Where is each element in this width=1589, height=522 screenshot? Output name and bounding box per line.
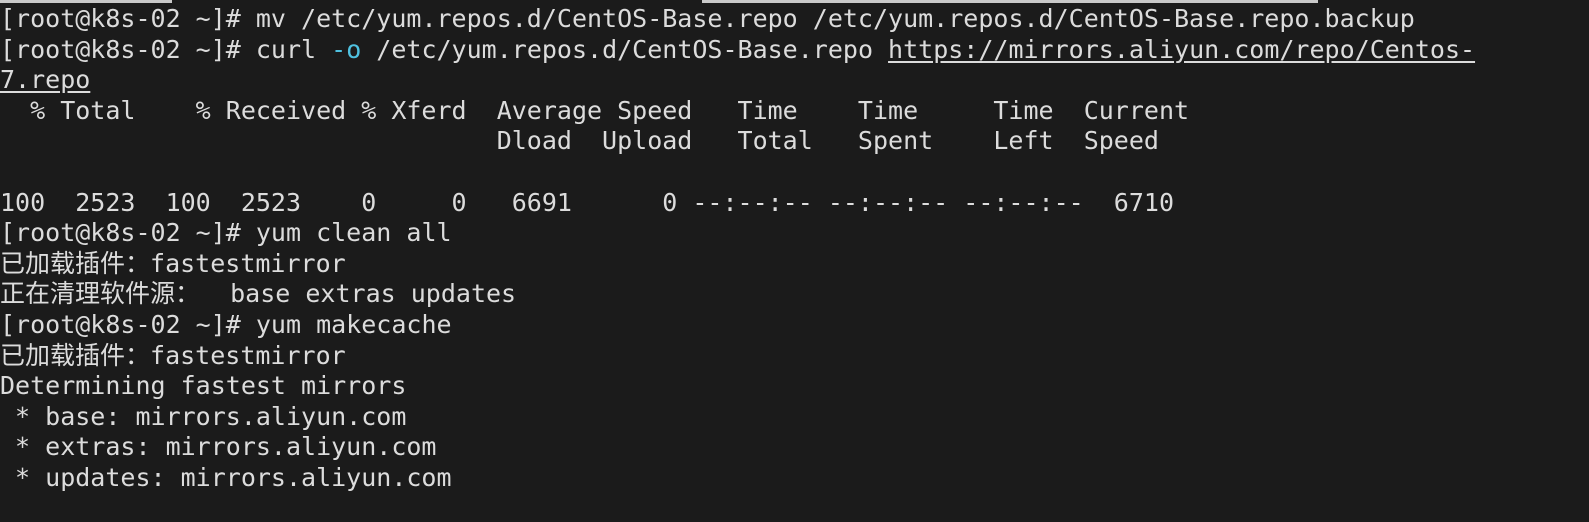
- terminal-line-curl-progress-data: 100 2523 100 2523 0 0 6691 0 --:--:-- --…: [0, 187, 1174, 217]
- cleaning-repos-label: 正在清理软件源：: [0, 279, 201, 309]
- curl-target-path: /etc/yum.repos.d/CentOS-Base.repo: [361, 34, 889, 64]
- loaded-plugins-label: 已加载插件：: [0, 340, 151, 370]
- shell-prompt: [root@k8s-02 ~]#: [0, 218, 256, 248]
- repo-url-link[interactable]: https://mirrors.aliyun.com/repo/Centos-: [888, 35, 1475, 64]
- terminal-line-mirror-updates: * updates: mirrors.aliyun.com: [0, 462, 452, 492]
- terminal-line-cleaning-repos: 正在清理软件源： base extras updates: [0, 279, 1589, 310]
- terminal-line-yum-makecache-command: [root@k8s-02 ~]# yum makecache: [0, 310, 1589, 341]
- terminal-line-loaded-plugins-1: 已加载插件：fastestmirror: [0, 249, 1589, 280]
- shell-prompt: [root@k8s-02 ~]#: [0, 309, 256, 339]
- terminal-line-url-wrap: 7.repo: [0, 65, 1589, 96]
- terminal-line-mirror-base: * base: mirrors.aliyun.com: [0, 401, 407, 431]
- command-text-mv: mv /etc/yum.repos.d/CentOS-Base.repo /et…: [255, 4, 1415, 33]
- terminal-line-mv-command: [root@k8s-02 ~]# mv /etc/yum.repos.d/Cen…: [0, 4, 1589, 35]
- command-text-yum-clean: yum clean all: [255, 218, 452, 248]
- terminal-line-mirror-extras: * extras: mirrors.aliyun.com: [0, 432, 437, 462]
- curl-output-flag: -o: [331, 34, 362, 64]
- command-text-curl: curl: [255, 34, 332, 64]
- terminal-line-curl-command: [root@k8s-02 ~]# curl -o /etc/yum.repos.…: [0, 35, 1589, 66]
- terminal-line-repo-status-base: base | 3.6 kB 00:00:00: [0, 494, 1589, 522]
- terminal-output-area[interactable]: [root@k8s-02 ~]# mv /etc/yum.repos.d/Cen…: [0, 4, 1589, 522]
- cleaning-repos-value: base extras updates: [200, 279, 517, 309]
- loaded-plugins-value: fastestmirror: [150, 248, 346, 278]
- terminal-line-loaded-plugins-2: 已加载插件：fastestmirror: [0, 341, 1589, 372]
- repo-url-link-continuation[interactable]: 7.repo: [0, 65, 90, 94]
- loaded-plugins-value: fastestmirror: [150, 340, 346, 370]
- terminal-line-curl-header-2: Dload Upload Total Spent Left Speed: [0, 126, 1159, 156]
- terminal-line-yum-clean-command: [root@k8s-02 ~]# yum clean all: [0, 218, 1589, 249]
- loaded-plugins-label: 已加载插件：: [0, 248, 151, 278]
- terminal-window: [root@k8s-02 ~]# mv /etc/yum.repos.d/Cen…: [0, 0, 1589, 522]
- shell-prompt: [root@k8s-02 ~]#: [0, 34, 256, 64]
- terminal-line-determining-mirrors: Determining fastest mirrors: [0, 371, 407, 401]
- shell-prompt: [root@k8s-02 ~]#: [0, 4, 256, 33]
- terminal-line-curl-header-1: % Total % Received % Xferd Average Speed…: [0, 95, 1190, 125]
- command-text-yum-makecache: yum makecache: [255, 309, 452, 339]
